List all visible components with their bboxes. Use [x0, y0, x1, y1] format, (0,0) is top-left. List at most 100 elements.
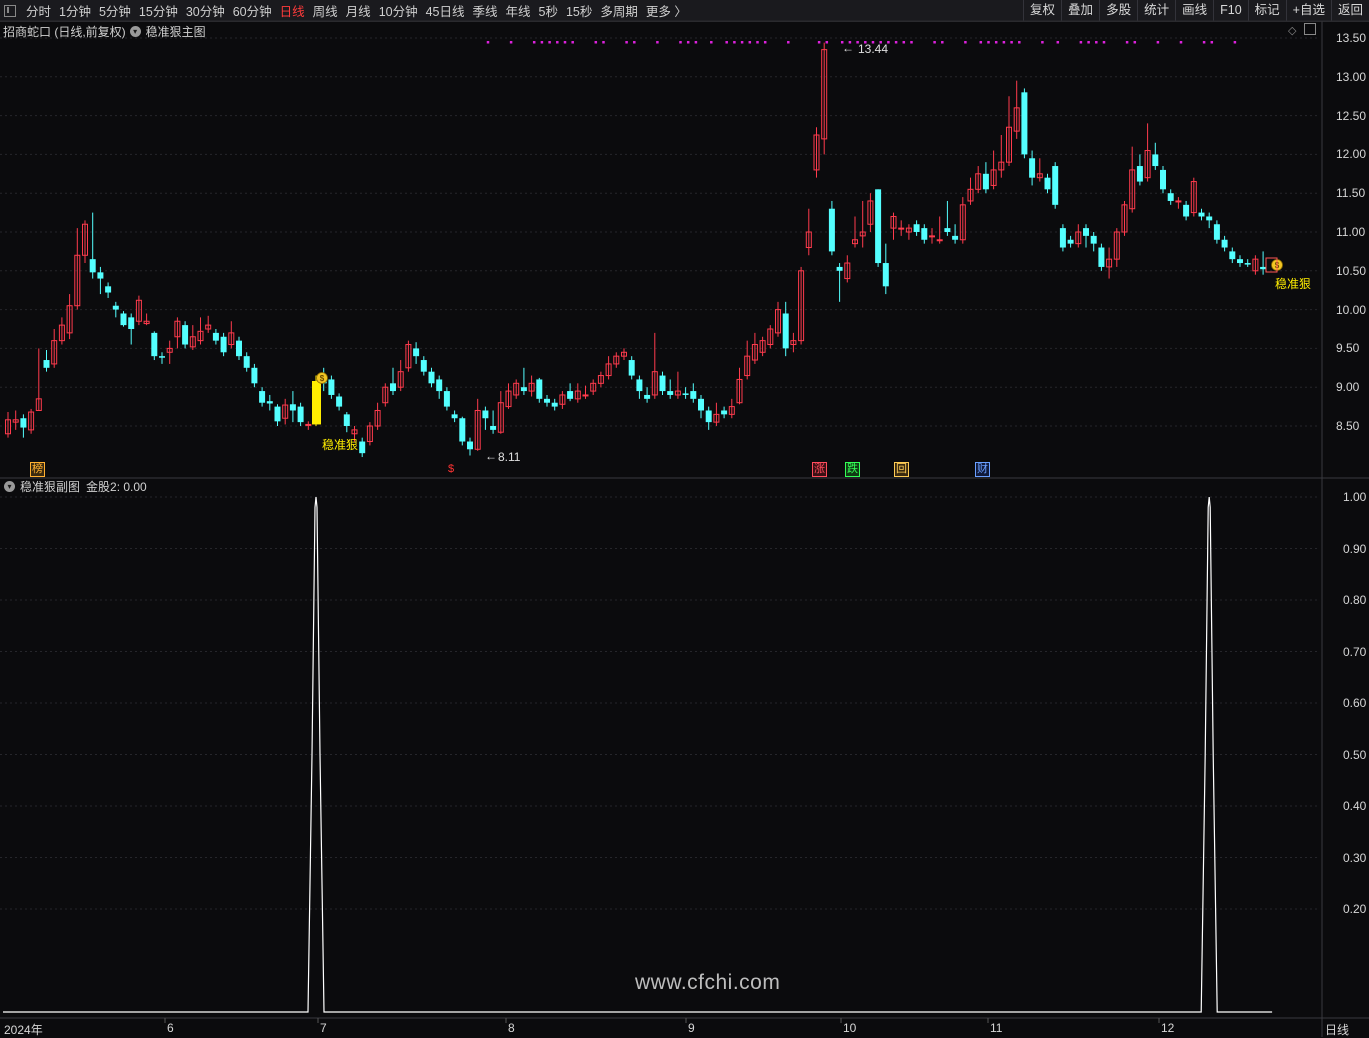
candle	[674, 371, 681, 399]
period-tab-15[interactable]: 多周期	[596, 1, 642, 20]
period-tab-8[interactable]: 月线	[342, 1, 375, 20]
period-tab-9[interactable]: 10分钟	[375, 1, 422, 20]
candle-body	[467, 441, 473, 450]
candle	[613, 352, 620, 368]
candle	[490, 410, 497, 434]
candle	[474, 398, 481, 451]
period-tab-16[interactable]: 更多 〉	[642, 1, 691, 20]
candle-body	[43, 360, 50, 368]
period-tab-4[interactable]: 30分钟	[182, 1, 229, 20]
event-marker-2[interactable]: 涨	[812, 462, 827, 477]
candle-body	[5, 419, 11, 435]
candle-body	[1136, 166, 1143, 182]
period-tab-5[interactable]: 60分钟	[229, 1, 276, 20]
candle-body	[182, 325, 189, 345]
candle-body	[936, 239, 943, 242]
candle	[651, 332, 658, 399]
candle-body	[243, 356, 250, 368]
candle	[1090, 232, 1097, 252]
event-marker-4[interactable]: 回	[894, 462, 909, 477]
candle	[875, 189, 882, 267]
candle-body	[836, 266, 843, 271]
candle-body	[613, 355, 620, 365]
candle-body	[1221, 239, 1228, 248]
period-tab-13[interactable]: 5秒	[535, 1, 562, 20]
candle-body	[990, 169, 997, 186]
candle-body	[228, 332, 235, 346]
candle-body	[644, 394, 651, 399]
panel-toggle-icon[interactable]	[1304, 23, 1316, 35]
watermark: www.cfchi.com	[635, 971, 781, 994]
candle-body	[297, 406, 304, 423]
candle-body	[813, 134, 820, 171]
candle-body	[959, 204, 966, 241]
candle-body	[382, 386, 389, 404]
candle-body	[343, 414, 350, 426]
candle	[936, 216, 943, 244]
signal-dot	[763, 41, 767, 44]
candle	[420, 356, 427, 376]
candle	[43, 349, 50, 372]
toolbar-button-5[interactable]: F10	[1213, 0, 1248, 21]
dropdown-circle-icon[interactable]: ▾	[4, 481, 15, 492]
period-tab-14[interactable]: 15秒	[562, 1, 596, 20]
toolbar-button-2[interactable]: 多股	[1099, 0, 1137, 21]
period-tab-10[interactable]: 45日线	[422, 1, 469, 20]
candle	[921, 224, 928, 244]
toolbar-button-8[interactable]: 返回	[1330, 0, 1369, 21]
signal-label-1: 稳准狠	[322, 438, 359, 452]
kline-chart[interactable]: $$	[0, 0, 1369, 1037]
period-tab-0[interactable]: 分时	[22, 1, 55, 20]
sidebar-toggle-icon[interactable]	[4, 4, 16, 17]
candle-body	[82, 223, 88, 256]
candle	[266, 394, 273, 411]
period-tab-11[interactable]: 季线	[469, 1, 502, 20]
candle-body	[482, 410, 489, 419]
sub-indicator-name[interactable]: 稳准狠副图	[20, 478, 80, 495]
toolbar-button-1[interactable]: 叠加	[1061, 0, 1099, 21]
candle	[636, 375, 643, 399]
candle-body	[128, 317, 135, 329]
diamond-icon[interactable]: ◇	[1288, 24, 1296, 37]
candle	[336, 393, 343, 411]
signal-dot	[748, 41, 752, 44]
candle-body	[929, 235, 935, 238]
period-tab-2[interactable]: 5分钟	[95, 1, 135, 20]
candle-body	[436, 379, 443, 392]
period-tab-6[interactable]: 日线	[276, 1, 309, 20]
event-marker-0[interactable]: 榜	[30, 462, 45, 477]
candle-body	[328, 379, 335, 395]
signal-dot	[817, 41, 821, 44]
candle-body	[490, 426, 497, 430]
period-tab-7[interactable]: 周线	[309, 1, 342, 20]
candle-body	[882, 263, 889, 287]
stock-title[interactable]: 招商蛇口 (日线,前复权)	[3, 23, 126, 40]
candle-body	[844, 262, 851, 280]
toolbar-button-7[interactable]: +自选	[1285, 0, 1331, 21]
candle-body	[1113, 231, 1120, 260]
candle-body	[366, 425, 373, 443]
toolbar-button-0[interactable]: 复权	[1023, 0, 1061, 21]
period-tab-1[interactable]: 1分钟	[55, 1, 95, 20]
signal-dot	[1041, 41, 1044, 44]
money-bag-icon: $	[316, 372, 328, 384]
toolbar-button-3[interactable]: 统计	[1137, 0, 1175, 21]
toolbar-button-4[interactable]: 画线	[1175, 0, 1213, 21]
candle	[305, 421, 312, 430]
event-marker-1[interactable]: $	[446, 462, 456, 477]
date-tick: 12	[1161, 1021, 1175, 1035]
toolbar-button-6[interactable]: 标记	[1247, 0, 1286, 21]
dropdown-circle-icon[interactable]: ▾	[129, 26, 141, 37]
candle	[805, 208, 812, 256]
event-marker-3[interactable]: 跌	[845, 462, 860, 477]
signal-dot	[1079, 41, 1083, 44]
candle-body	[567, 391, 574, 399]
event-marker-5[interactable]: 财	[975, 462, 990, 477]
sub-indicator-line	[3, 496, 1273, 1013]
candle	[982, 162, 989, 194]
period-tab-12[interactable]: 年线	[502, 1, 535, 20]
candle-body	[497, 402, 504, 433]
period-tab-3[interactable]: 15分钟	[135, 1, 182, 20]
candle-body	[320, 379, 327, 384]
main-indicator-name[interactable]: 稳准狠主图	[146, 23, 206, 40]
